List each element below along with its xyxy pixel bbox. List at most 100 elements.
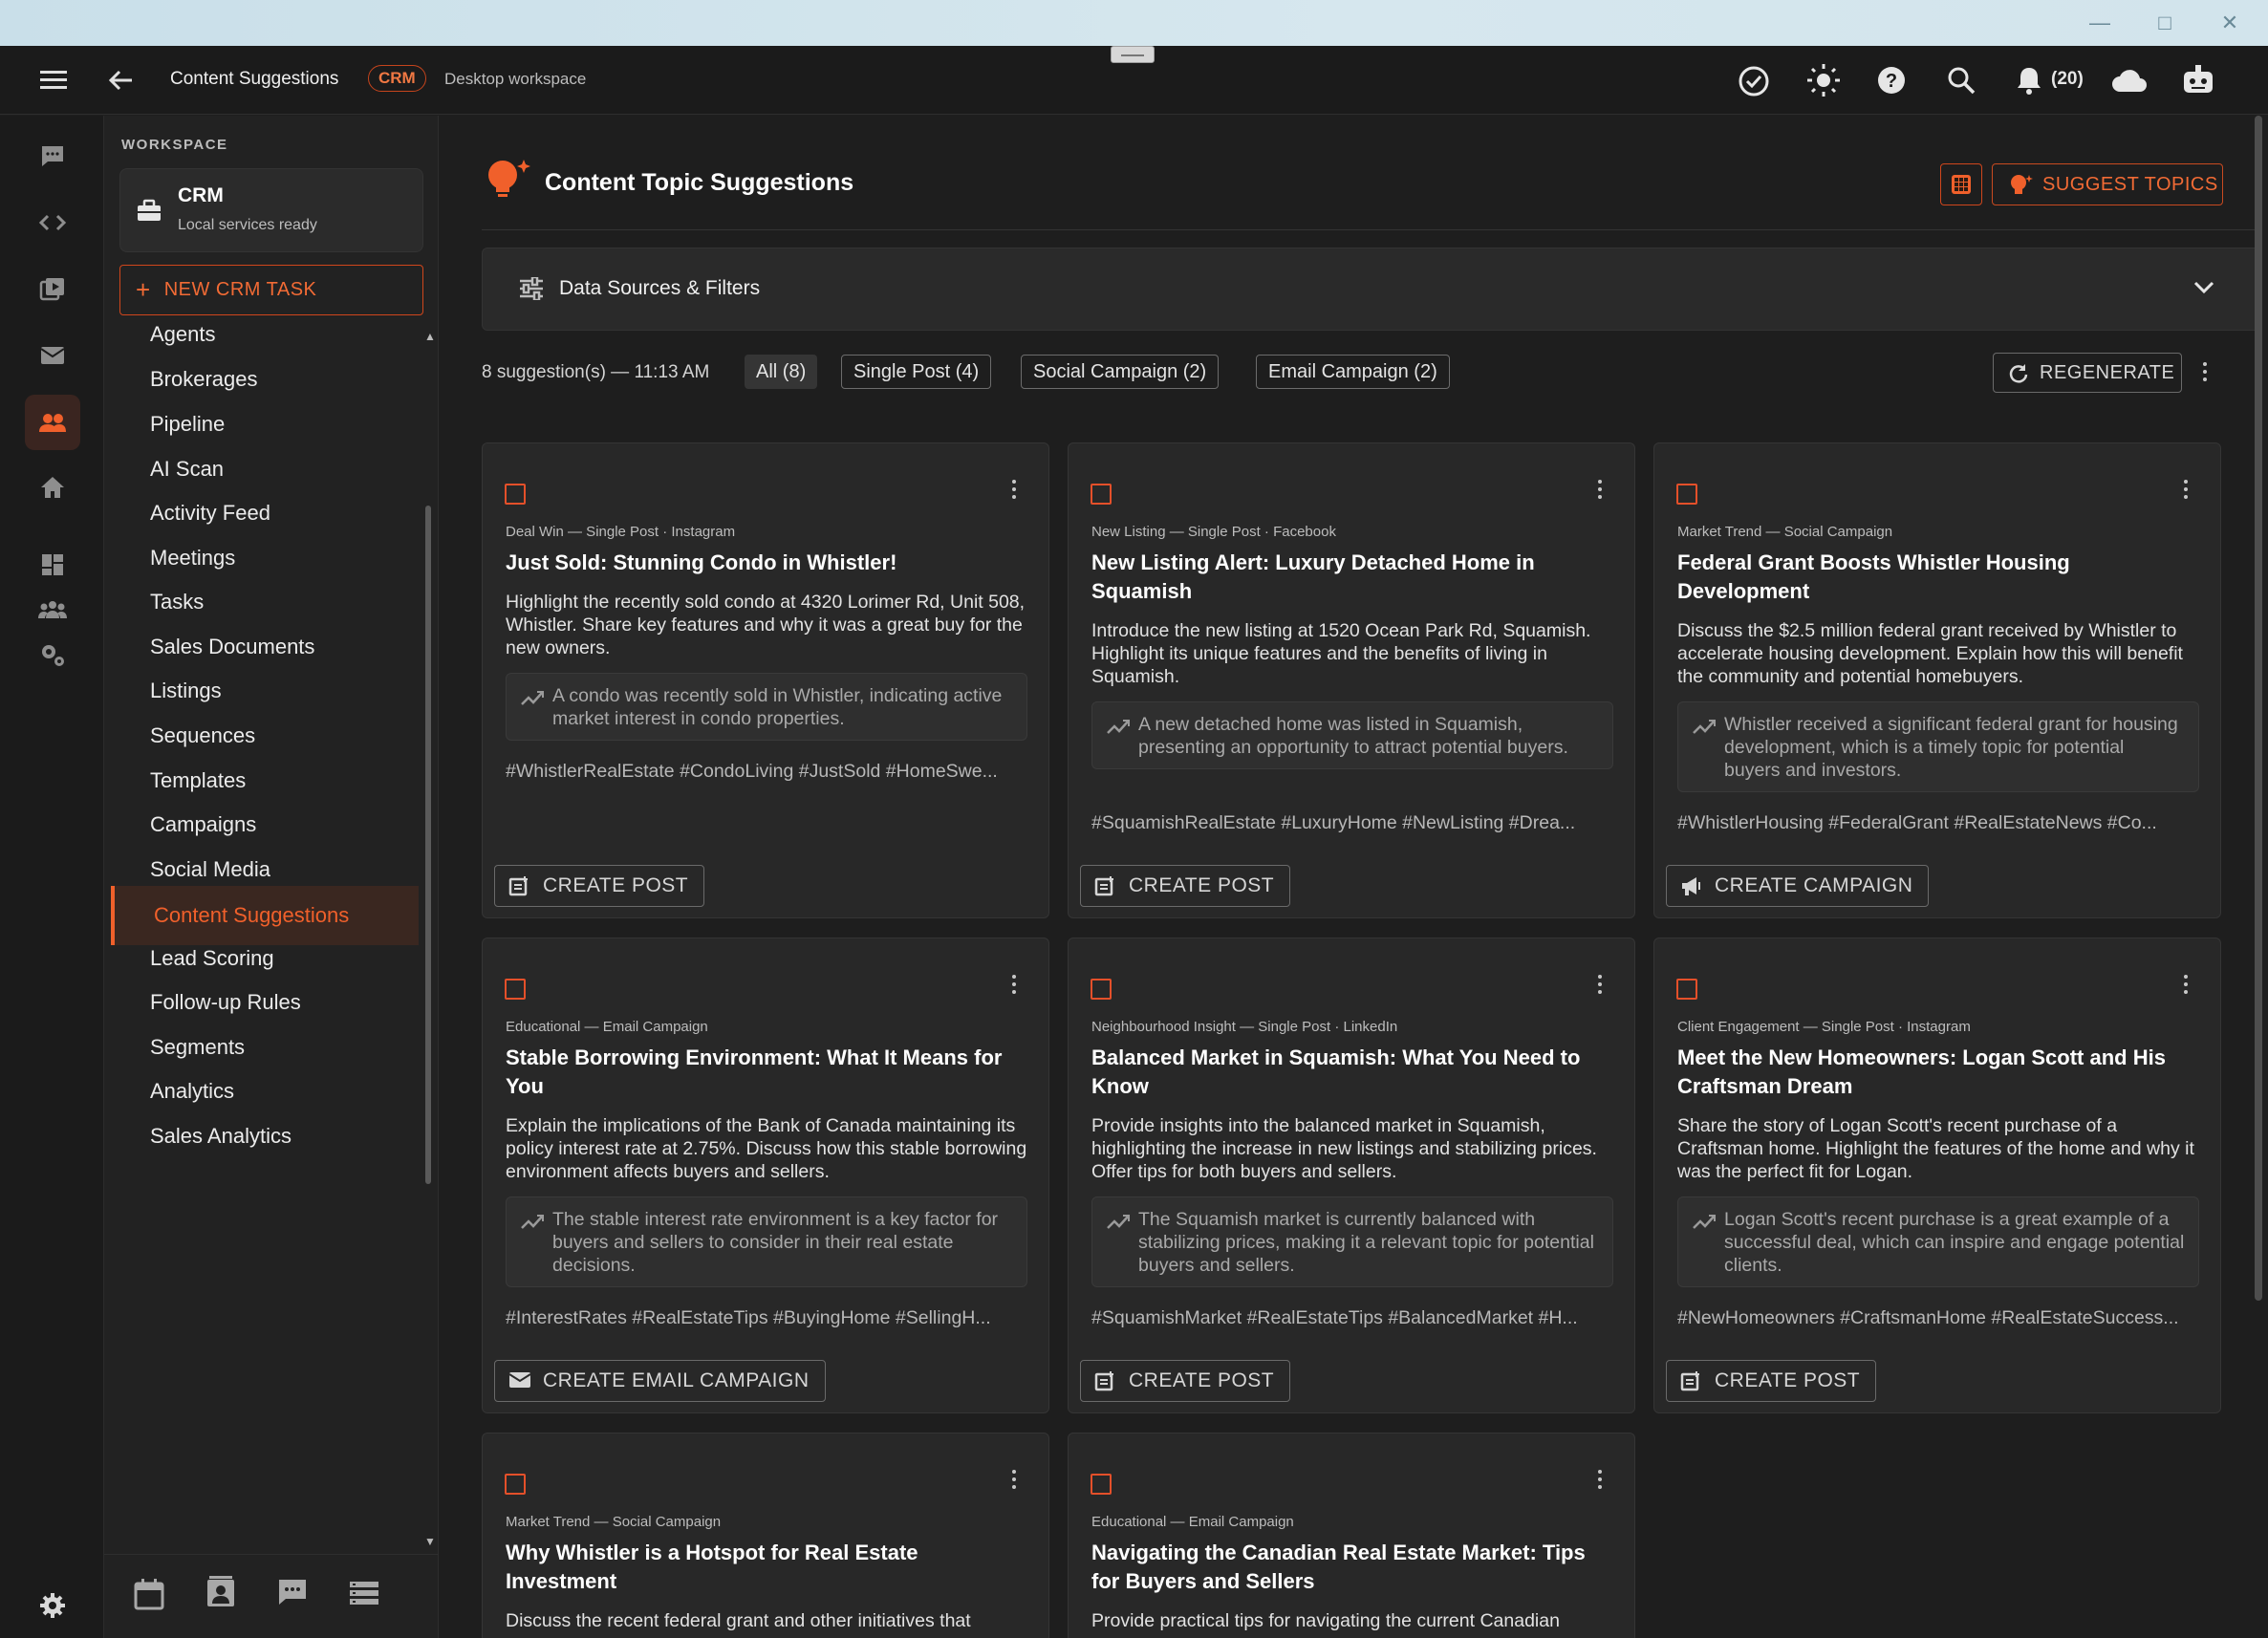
create-campaign-label: CREATE CAMPAIGN <box>1715 874 1913 896</box>
email-icon <box>508 1372 531 1388</box>
nav-scrollbar[interactable] <box>425 506 431 1184</box>
grid-view-button[interactable] <box>1940 163 1982 205</box>
filter-chip-email-campaign[interactable]: Email Campaign (2) <box>1256 355 1450 389</box>
card-title: Federal Grant Boosts Whistler Housing De… <box>1677 550 2070 603</box>
card-more-icon[interactable] <box>1010 975 1018 994</box>
calendar-icon[interactable] <box>134 1578 164 1610</box>
create-post-button[interactable]: CREATE POST <box>1080 865 1291 907</box>
maximize-icon[interactable]: □ <box>2139 6 2191 40</box>
create-post-button[interactable]: CREATE POST <box>1080 1360 1291 1402</box>
card-insight: Logan Scott's recent purchase is a great… <box>1677 1196 2199 1287</box>
card-more-icon[interactable] <box>1010 480 1018 499</box>
suggestion-card: Client Engagement — Single Post · Instag… <box>1653 938 2221 1413</box>
card-checkbox[interactable] <box>1091 1474 1112 1495</box>
bell-icon[interactable] <box>2015 65 2043 96</box>
create-post-button[interactable]: CREATE POST <box>1666 1360 1877 1402</box>
brightness-icon[interactable] <box>1806 63 1841 97</box>
data-sources-filters-panel[interactable]: Data Sources & Filters <box>482 248 2261 331</box>
card-category: Market Trend — Social Campaign <box>506 1514 722 1530</box>
card-checkbox[interactable] <box>505 1474 526 1495</box>
post-add-icon <box>1094 876 1113 896</box>
trending-icon <box>1693 1215 1716 1229</box>
nav-panel: WORKSPACE CRM Local services ready + NEW… <box>104 116 439 1638</box>
card-more-icon[interactable] <box>2182 480 2190 499</box>
card-insight-text: A new detached home was listed in Squami… <box>1138 714 1568 758</box>
nav-list: Agents Brokerages Pipeline AI Scan Activ… <box>104 316 429 1455</box>
card-checkbox[interactable] <box>505 979 526 1000</box>
scroll-down-arrow-icon[interactable]: ▼ <box>424 1535 436 1548</box>
search-icon[interactable] <box>1946 65 1976 96</box>
cloud-icon[interactable] <box>2110 67 2149 94</box>
check-circle-icon[interactable] <box>1738 65 1770 97</box>
card-category: Neighbourhood Insight — Single Post · Li… <box>1091 1019 1398 1035</box>
header-divider <box>482 229 2261 230</box>
create-post-button[interactable]: CREATE POST <box>494 865 705 907</box>
card-title: New Listing Alert: Luxury Detached Home … <box>1091 550 1535 603</box>
list-view-icon[interactable] <box>349 1580 379 1606</box>
more-options-icon[interactable] <box>2201 362 2209 381</box>
crm-people-icon[interactable] <box>25 395 80 450</box>
workspace-card[interactable]: CRM Local services ready <box>119 168 423 252</box>
admin-settings-icon[interactable] <box>25 627 80 682</box>
trending-icon <box>521 691 544 705</box>
trending-icon <box>1693 720 1716 734</box>
regenerate-button[interactable]: REGENERATE <box>1993 353 2182 393</box>
card-more-icon[interactable] <box>1010 1470 1018 1489</box>
video-library-icon[interactable] <box>25 261 80 316</box>
menu-icon[interactable] <box>40 69 69 92</box>
card-more-icon[interactable] <box>1596 975 1604 994</box>
chat-icon[interactable] <box>25 128 80 183</box>
mail-icon[interactable] <box>25 328 80 383</box>
scroll-up-arrow-icon[interactable]: ▲ <box>424 330 436 343</box>
drag-handle-icon[interactable] <box>1111 46 1155 63</box>
post-add-icon <box>1680 1371 1699 1391</box>
briefcase-icon <box>138 199 161 221</box>
card-checkbox[interactable] <box>1091 979 1112 1000</box>
settings-gear-icon[interactable] <box>25 1578 80 1633</box>
trending-icon <box>1107 720 1130 734</box>
app-window: — □ ✕ Content Suggestions CRM Desktop wo… <box>0 0 2268 1638</box>
contacts-icon[interactable] <box>205 1576 236 1610</box>
card-hashtags: #WhistlerRealEstate #CondoLiving #JustSo… <box>506 761 998 782</box>
card-checkbox[interactable] <box>1676 979 1697 1000</box>
main-scrollbar[interactable] <box>2255 116 2262 1301</box>
code-icon[interactable] <box>25 195 80 250</box>
card-category: Market Trend — Social Campaign <box>1677 524 1893 540</box>
suggestion-card: Educational — Email Campaign Navigating … <box>1068 1433 1635 1638</box>
card-insight: The Squamish market is currently balance… <box>1091 1196 1613 1287</box>
filter-chip-social-campaign[interactable]: Social Campaign (2) <box>1021 355 1220 389</box>
create-post-label: CREATE POST <box>543 874 689 896</box>
home-icon[interactable] <box>25 460 80 515</box>
suggestion-card: Educational — Email Campaign Stable Borr… <box>482 938 1049 1413</box>
notification-count[interactable]: (20) <box>2051 69 2084 90</box>
back-arrow-icon[interactable] <box>107 67 136 94</box>
filter-chip-single-post[interactable]: Single Post (4) <box>841 355 992 389</box>
card-checkbox[interactable] <box>1676 484 1697 505</box>
nav-item-sales-analytics[interactable]: Sales Analytics <box>150 1109 292 1164</box>
card-checkbox[interactable] <box>505 484 526 505</box>
suggestion-card: Deal Win — Single Post · Instagram Just … <box>482 442 1049 918</box>
post-add-icon <box>1094 1371 1113 1391</box>
suggest-topics-button[interactable]: SUGGEST TOPICS <box>1992 163 2223 205</box>
card-checkbox[interactable] <box>1091 484 1112 505</box>
card-more-icon[interactable] <box>1596 1470 1604 1489</box>
minimize-icon[interactable]: — <box>2074 6 2126 40</box>
assistant-bot-icon[interactable] <box>2181 63 2215 96</box>
card-title: Meet the New Homeowners: Logan Scott and… <box>1677 1045 2166 1098</box>
new-crm-task-button[interactable]: + NEW CRM TASK <box>119 265 423 315</box>
close-icon[interactable]: ✕ <box>2204 6 2256 40</box>
trending-icon <box>1107 1215 1130 1229</box>
card-hashtags: #NewHomeowners #CraftsmanHome #RealEstat… <box>1677 1307 2179 1328</box>
card-title: Stable Borrowing Environment: What It Me… <box>506 1045 1003 1098</box>
card-more-icon[interactable] <box>1596 480 1604 499</box>
card-more-icon[interactable] <box>2182 975 2190 994</box>
crm-chip[interactable]: CRM <box>368 65 426 92</box>
window-titlebar: — □ ✕ <box>0 0 2268 46</box>
filter-chip-all[interactable]: All (8) <box>745 355 818 389</box>
chevron-down-icon[interactable] <box>2193 281 2214 294</box>
create-email-campaign-button[interactable]: CREATE EMAIL CAMPAIGN <box>494 1360 826 1402</box>
create-campaign-button[interactable]: CREATE CAMPAIGN <box>1666 865 1930 907</box>
message-icon[interactable] <box>277 1578 308 1606</box>
create-post-label: CREATE POST <box>1129 1369 1275 1391</box>
help-icon[interactable]: ? <box>1876 65 1907 97</box>
